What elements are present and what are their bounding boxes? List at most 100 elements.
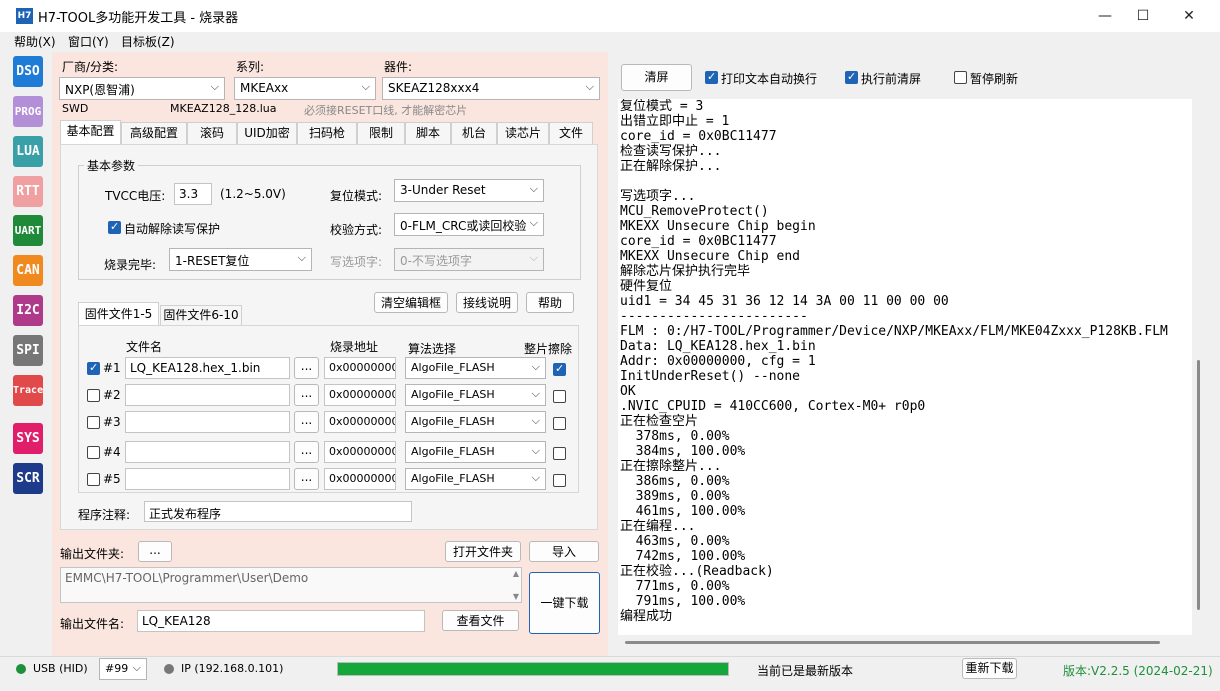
tvcc-input[interactable]: 3.3: [174, 183, 212, 205]
log-horizontal-scrollbar[interactable]: [625, 641, 1160, 644]
one-key-download-button[interactable]: 一键下载: [529, 572, 600, 634]
nav-trace-button[interactable]: Trace: [13, 375, 43, 406]
tab-script[interactable]: 脚本: [405, 122, 451, 144]
file-enable-checkbox[interactable]: [87, 416, 100, 429]
log-line: 386ms, 0.00%: [620, 474, 730, 489]
file-erase-checkbox[interactable]: [553, 417, 566, 430]
file-erase-checkbox[interactable]: [553, 390, 566, 403]
log-vertical-scrollbar[interactable]: [1197, 360, 1200, 610]
file-algo-select[interactable]: AlgoFile_FLASH ⌵: [405, 411, 546, 433]
ip-status-text: IP (192.168.0.101): [181, 662, 284, 675]
scroll-up-icon[interactable]: ▲: [513, 569, 519, 578]
file-enable-checkbox[interactable]: [87, 361, 100, 375]
file-erase-checkbox[interactable]: [553, 447, 566, 460]
wiring-guide-button[interactable]: 接线说明: [456, 292, 518, 313]
part-select[interactable]: SKEAZ128xxx4 ⌵: [382, 77, 600, 100]
reset-mode-select[interactable]: 3-Under Reset ⌵: [394, 179, 544, 202]
nav-prog-button[interactable]: PROG: [13, 96, 43, 127]
file-enable-checkbox[interactable]: [87, 389, 100, 402]
output-folder-browse-button[interactable]: ...: [138, 541, 172, 562]
redownload-button[interactable]: 重新下载: [962, 658, 1017, 679]
menu-help[interactable]: 帮助(X): [14, 33, 56, 50]
file-browse-button[interactable]: ...: [294, 384, 319, 406]
output-path-field[interactable]: EMMC\H7-TOOL\Programmer\User\Demo ▲ ▼: [60, 567, 522, 603]
option-byte-label: 写选项字:: [330, 255, 383, 269]
nav-lua-button[interactable]: LUA: [13, 136, 43, 167]
tab-uid-encrypt[interactable]: UID加密: [237, 122, 297, 144]
nav-uart-button[interactable]: UART: [13, 215, 43, 246]
series-select[interactable]: MKEAxx ⌵: [234, 77, 376, 100]
auto-unlock-checkbox[interactable]: [108, 220, 121, 234]
menu-window[interactable]: 窗口(Y): [68, 33, 109, 50]
log-line: 正在检查空片: [620, 414, 699, 429]
close-button[interactable]: ✕: [1166, 0, 1212, 32]
clear-log-button[interactable]: 清屏: [621, 64, 692, 91]
log-line: 正在擦除整片...: [620, 459, 722, 474]
nav-spi-button[interactable]: SPI: [13, 335, 43, 366]
file-index: #2: [103, 388, 121, 402]
file-algo-select[interactable]: AlgoFile_FLASH ⌵: [405, 441, 546, 463]
tab-files-1-5[interactable]: 固件文件1-5: [78, 302, 159, 326]
output-name-input[interactable]: LQ_KEA128: [137, 610, 425, 632]
tab-limit[interactable]: 限制: [357, 122, 405, 144]
file-browse-button[interactable]: ...: [294, 357, 319, 379]
tab-advanced[interactable]: 高级配置: [121, 122, 187, 144]
tab-file[interactable]: 文件: [549, 122, 593, 144]
file-enable-checkbox[interactable]: [87, 446, 100, 459]
file-address-input[interactable]: 0x00000000: [324, 411, 396, 433]
clear-before-run-checkbox[interactable]: [845, 70, 858, 84]
nav-can-button[interactable]: CAN: [13, 255, 43, 286]
file-address-input[interactable]: 0x00000000: [324, 468, 396, 490]
nav-scr-button[interactable]: SCR: [13, 463, 43, 494]
comment-input[interactable]: 正式发布程序: [144, 501, 412, 522]
file-name-input[interactable]: [125, 384, 290, 406]
tab-rollcode[interactable]: 滚码: [187, 122, 237, 144]
file-algo-select[interactable]: AlgoFile_FLASH ⌵: [405, 384, 546, 406]
tab-machine[interactable]: 机台: [451, 122, 497, 144]
maximize-button[interactable]: ☐: [1120, 0, 1166, 32]
view-file-button[interactable]: 查看文件: [442, 610, 519, 631]
nav-sys-button[interactable]: SYS: [13, 423, 43, 454]
file-address-input[interactable]: 0x00000000: [324, 357, 396, 379]
log-output[interactable]: 复位模式 = 3 出错立即中止 = 1 core_id = 0x0BC11477 检查…: [618, 99, 1192, 635]
chevron-down-icon: ⌵: [529, 251, 538, 264]
tab-read-chip[interactable]: 读芯片: [497, 122, 549, 144]
lua-file-text: MKEAZ128_128.lua: [170, 102, 277, 115]
file-name-input[interactable]: [125, 441, 290, 463]
nav-i2c-button[interactable]: I2C: [13, 295, 43, 326]
file-erase-checkbox[interactable]: [553, 362, 566, 376]
tab-files-6-10[interactable]: 固件文件6-10: [160, 305, 242, 325]
pause-refresh-checkbox[interactable]: [954, 71, 967, 84]
import-button[interactable]: 导入: [529, 541, 599, 562]
nav-rtt-button[interactable]: RTT: [13, 176, 43, 207]
file-browse-button[interactable]: ...: [294, 468, 319, 490]
file-name-input[interactable]: LQ_KEA128.hex_1.bin: [125, 357, 290, 379]
verify-select[interactable]: 0-FLM_CRC或读回校验 ⌵: [394, 213, 544, 236]
file-browse-button[interactable]: ...: [294, 441, 319, 463]
nav-dso-button[interactable]: DSO: [13, 56, 43, 87]
tab-basic[interactable]: 基本配置: [60, 120, 121, 144]
option-byte-select[interactable]: 0-不写选项字 ⌵: [394, 248, 544, 271]
finish-label: 烧录完毕:: [104, 258, 157, 272]
scroll-down-icon[interactable]: ▼: [513, 592, 519, 601]
open-folder-button[interactable]: 打开文件夹: [445, 541, 521, 562]
file-algo-select[interactable]: AlgoFile_FLASH ⌵: [405, 357, 546, 379]
vendor-label: 厂商/分类:: [62, 60, 119, 74]
menu-target-board[interactable]: 目标板(Z): [121, 33, 175, 50]
file-address-input[interactable]: 0x00000000: [324, 384, 396, 406]
file-address-input[interactable]: 0x00000000: [324, 441, 396, 463]
file-name-input[interactable]: [125, 411, 290, 433]
file-enable-checkbox[interactable]: [87, 473, 100, 486]
auto-wrap-checkbox[interactable]: [705, 70, 718, 84]
file-erase-checkbox[interactable]: [553, 474, 566, 487]
help-button[interactable]: 帮助: [526, 292, 574, 313]
auto-unlock-label: 自动解除读写保护: [124, 222, 221, 236]
file-browse-button[interactable]: ...: [294, 411, 319, 433]
finish-select[interactable]: 1-RESET复位 ⌵: [169, 248, 312, 271]
port-select[interactable]: #99 ⌵: [99, 658, 147, 680]
file-name-input[interactable]: [125, 468, 290, 490]
clear-editor-button[interactable]: 清空编辑框: [374, 292, 448, 313]
tab-scanner[interactable]: 扫码枪: [297, 122, 357, 144]
vendor-select[interactable]: NXP(恩智浦) ⌵: [59, 77, 225, 100]
file-algo-select[interactable]: AlgoFile_FLASH ⌵: [405, 468, 546, 490]
